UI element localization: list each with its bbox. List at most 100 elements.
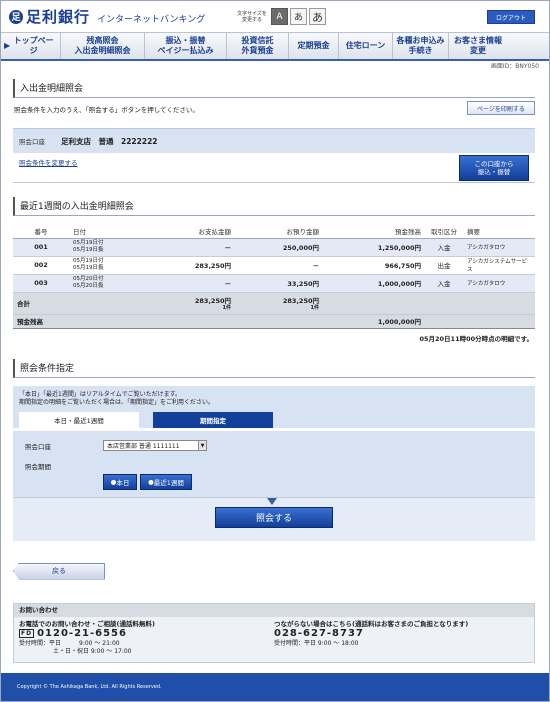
row-date-posted: 05月19日付 <box>73 258 104 264</box>
contact-freedial: お電話でのお問い合わせ・ご相談(通話料無料) FD 0120-21-6556 受付… <box>19 620 274 656</box>
table-header-row: 番号 日付 お支払金額 お預り金額 預金残高 取引区分 摘要 <box>13 224 535 239</box>
account-select[interactable]: 本店営業部 普通 1111111 ▼ <box>103 440 207 451</box>
contact-right-heading: つながらない場合はこちら(通話料はお客さまのご負担となります) <box>274 619 469 628</box>
balance-empty <box>463 314 535 329</box>
condition-tabs: 本日・最近1週間 期間指定 <box>13 411 535 428</box>
condition-box: 「本日」「最近1週間」はリアルタイムでご覧いただけます。 期間指定の明細をご覧い… <box>13 385 535 541</box>
bank-logo[interactable]: 足 足利銀行 インターネットバンキング <box>9 6 205 27</box>
row-kind: 入金 <box>425 238 463 257</box>
contact-left-hours-weekend: 土・日・祝日 9:00 ～ 17:00 <box>53 647 132 655</box>
nav-top-label: トップページ <box>13 36 54 55</box>
totals-deposit: 283,250円 1件 <box>235 292 323 315</box>
font-size-label: 文字サイズを変更する <box>237 10 267 23</box>
nav-home-loan[interactable]: 住宅ローン <box>339 33 393 59</box>
period-week-button[interactable]: ● 最近1週間 <box>140 473 192 490</box>
contact-right-phone: 028-627-8737 <box>274 627 364 639</box>
contact-title: お問い合わせ <box>14 603 534 617</box>
nav-time-deposit[interactable]: 定期預金 <box>289 33 339 59</box>
transactions-title: 最近1週間の入出金明細照会 <box>13 197 535 216</box>
row-date-handled: 05月20日扱 <box>73 283 104 289</box>
account-row: 照会口座 足利支店 普通 2222222 <box>13 129 535 153</box>
transfer-from-account-button[interactable]: この口座から 振込・振替 <box>459 154 529 181</box>
col-payment: お支払金額 <box>147 224 235 239</box>
row-date: 05月19日付 05月19日扱 <box>69 256 147 275</box>
submit-inquiry-button[interactable]: 照会する <box>215 506 333 528</box>
period-week-label: 最近1週間 <box>153 478 184 487</box>
row-payment: － <box>147 238 235 257</box>
font-size-small-button[interactable]: A <box>271 8 288 25</box>
bank-name: 足利銀行 <box>26 8 91 26</box>
contact-alternate: つながらない場合はこちら(通話料はお客さまのご負担となります) 028-627-… <box>274 620 529 656</box>
contact-left-hours: 受付時間：平日 9:00 ～ 21:00 <box>19 639 120 647</box>
nav-investment[interactable]: 投資信託 外貨預金 <box>227 33 289 59</box>
totals-deposit-count: 1件 <box>310 305 319 311</box>
nav-applications[interactable]: 各種お申込み 手続き <box>393 33 449 59</box>
nav-top[interactable]: ▶ トップページ <box>1 33 61 59</box>
totals-row: 合計 283,250円 1件 283,250円 1件 <box>13 292 535 315</box>
period-today-label: 本日 <box>116 478 130 487</box>
row-date: 05月20日付 05月20日扱 <box>69 274 147 293</box>
table-row: 003 05月20日付 05月20日扱 － 33,250円 1,000,000円 … <box>13 274 535 293</box>
col-date: 日付 <box>69 224 147 239</box>
service-name: インターネットバンキング <box>97 15 206 25</box>
row-memo: アシカガシステムサービス <box>463 256 535 275</box>
row-date-posted: 05月20日付 <box>73 276 104 282</box>
font-size-medium-button[interactable]: あ <box>290 8 307 25</box>
condition-account-label: 照会口座 <box>25 442 51 451</box>
balance-empty <box>425 314 463 329</box>
copyright: Copyright © The Ashikaga Bank, Ltd. All … <box>17 684 162 690</box>
transactions-table: 番号 日付 お支払金額 お預り金額 預金残高 取引区分 摘要 001 05月19… <box>13 224 535 329</box>
account-select-value: 本店営業部 普通 1111111 <box>107 443 180 450</box>
row-deposit: 250,000円 <box>235 238 323 257</box>
nav-transfer[interactable]: 振込・振替 ペイジー払込み <box>145 33 227 59</box>
logo-mark-icon: 足 <box>9 9 23 24</box>
condition-note: 「本日」「最近1週間」はリアルタイムでご覧いただけます。 期間指定の明細をご覧い… <box>13 385 535 412</box>
totals-empty <box>323 292 425 315</box>
freedial-icon: FD <box>19 629 35 638</box>
row-balance: 1,000,000円 <box>323 274 425 293</box>
row-kind: 出金 <box>425 256 463 275</box>
row-deposit: － <box>235 256 323 275</box>
account-label: 照会口座 <box>19 138 45 146</box>
back-button[interactable]: 戻る <box>13 562 105 580</box>
condition-account-row: 照会口座 本店営業部 普通 1111111 ▼ <box>25 437 535 455</box>
account-actions: 照会条件を変更する この口座から 振込・振替 <box>13 153 535 183</box>
balance-empty <box>69 314 147 329</box>
condition-note-line: 「本日」「最近1週間」はリアルタイムでご覧いただけます。 <box>19 390 182 398</box>
condition-form: 照会口座 本店営業部 普通 1111111 ▼ 照会期間 ● 本日 ● 最近1週間 <box>13 427 535 497</box>
account-value: 足利支店 普通 2222222 <box>61 136 158 146</box>
balance-row: 預金残高 1,000,000円 <box>13 314 535 329</box>
row-balance: 966,750円 <box>323 256 425 275</box>
as-of-note: 05月20日11時00分時点の明細です。 <box>419 334 533 343</box>
font-size-large-button[interactable]: あ <box>309 8 326 25</box>
page: 足 足利銀行 インターネットバンキング 文字サイズを変更する A あ あ ログア… <box>0 0 550 702</box>
period-buttons: ● 本日 ● 最近1週間 <box>25 473 535 491</box>
totals-label: 合計 <box>13 292 69 315</box>
print-page-button[interactable]: ページを印刷する <box>467 101 535 115</box>
header: 足 足利銀行 インターネットバンキング 文字サイズを変更する A あ あ ログア… <box>1 1 549 32</box>
row-memo: アシカガタロウ <box>463 274 535 293</box>
down-arrow-icon <box>267 497 277 505</box>
row-kind: 入金 <box>425 274 463 293</box>
totals-payment: 283,250円 1件 <box>147 292 235 315</box>
row-date-handled: 05月19日扱 <box>73 265 104 271</box>
row-date: 05月19日付 05月19日扱 <box>69 238 147 257</box>
balance-empty <box>235 314 323 329</box>
period-today-button[interactable]: ● 本日 <box>103 473 137 490</box>
col-kind: 取引区分 <box>425 224 463 239</box>
totals-empty <box>425 292 463 315</box>
condition-title: 照会条件指定 <box>13 358 535 378</box>
nav-balance[interactable]: 残高照会 入出金明細照会 <box>61 33 145 59</box>
totals-empty <box>69 292 147 315</box>
tab-period[interactable]: 期間指定 <box>153 411 273 428</box>
row-balance: 1,250,000円 <box>323 238 425 257</box>
chevron-down-icon: ▼ <box>198 441 206 450</box>
contact-left-heading: お電話でのお問い合わせ・ご相談(通話料無料) <box>19 619 155 628</box>
contact-right-hours: 受付時間：平日 9:00 ～ 18:00 <box>274 639 359 647</box>
tab-recent[interactable]: 本日・最近1週間 <box>19 411 139 428</box>
table-row: 002 05月19日付 05月19日扱 283,250円 － 966,750円 出… <box>13 256 535 275</box>
logout-button[interactable]: ログアウト <box>487 10 535 24</box>
change-condition-link[interactable]: 照会条件を変更する <box>19 157 78 167</box>
nav-customer-info[interactable]: お客さま情報 変更 <box>449 33 507 59</box>
contact-left-phone-row: FD 0120-21-6556 <box>19 628 274 640</box>
